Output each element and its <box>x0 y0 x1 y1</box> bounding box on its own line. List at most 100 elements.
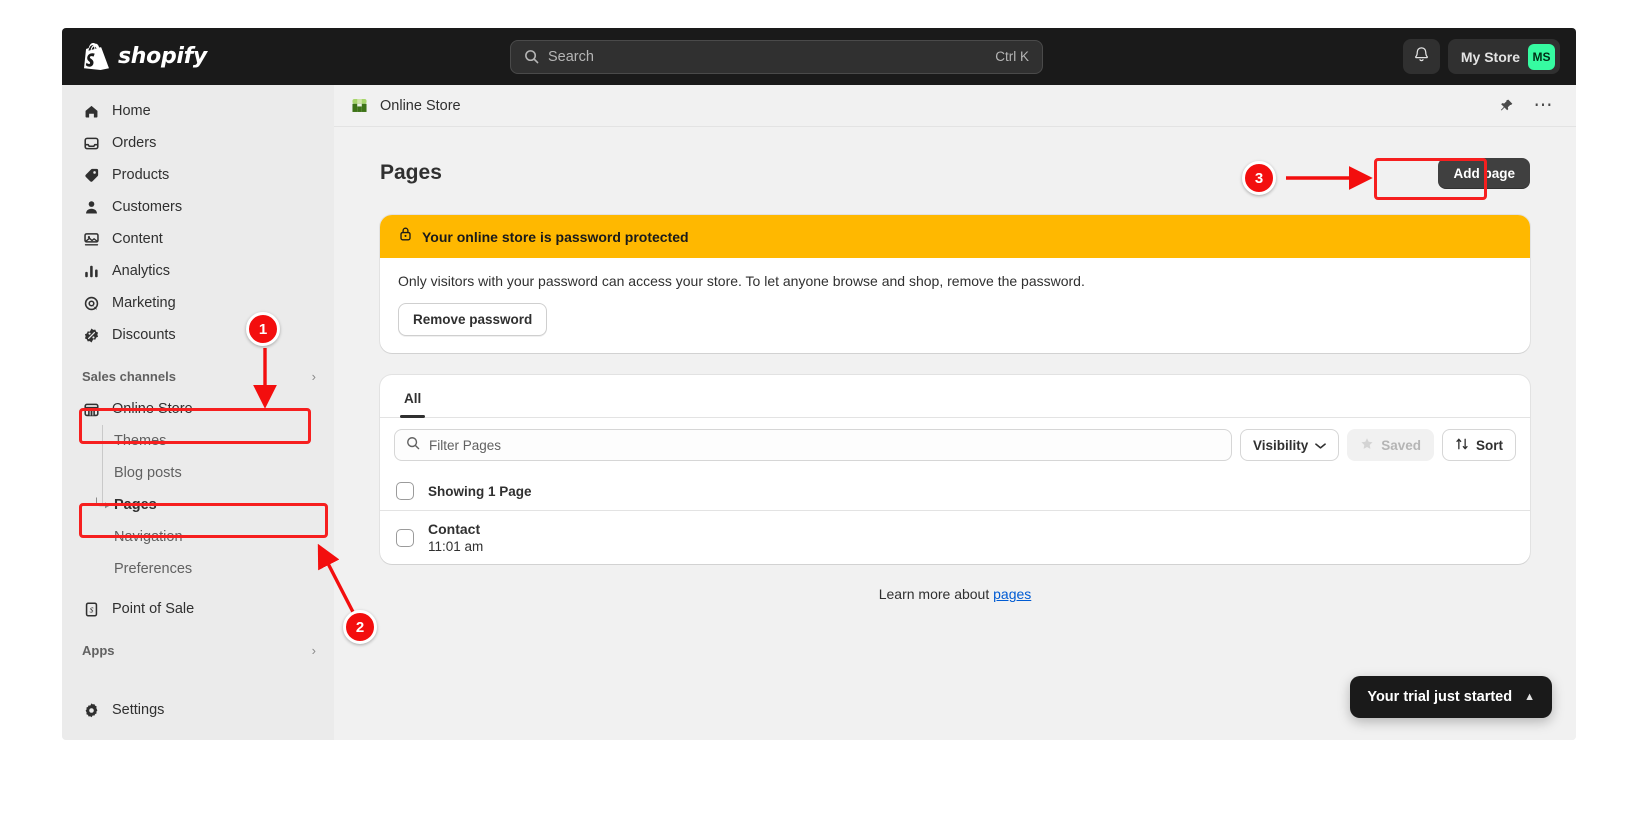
sidebar-label: Home <box>112 103 151 119</box>
sort-button[interactable]: Sort <box>1442 429 1516 461</box>
sidebar-label: Discounts <box>112 327 176 343</box>
tree-rail <box>102 457 103 489</box>
banner-body: Only visitors with your password can acc… <box>380 258 1530 353</box>
section-label: Apps <box>82 642 115 658</box>
tab-all[interactable]: All <box>392 381 433 418</box>
settings-row: Settings <box>62 694 334 726</box>
sidebar-section-sales-channels[interactable]: Sales channels › <box>70 361 326 391</box>
sidebar-item-marketing[interactable]: Marketing <box>70 287 326 319</box>
marketing-target-icon <box>82 295 100 312</box>
top-bar: shopify Search Ctrl K My Store MS <box>62 28 1576 85</box>
annotation-marker-2: 2 <box>343 610 377 644</box>
notifications-button[interactable] <box>1402 39 1440 74</box>
search-placeholder-text: Search <box>548 48 594 65</box>
sidebar-label: Customers <box>112 199 183 215</box>
sidebar-item-preferences[interactable]: Preferences <box>70 553 326 585</box>
learn-more-text: Learn more about <box>878 586 994 602</box>
pos-device-icon: $ <box>82 601 100 618</box>
sidebar-label: Analytics <box>112 263 171 279</box>
sidebar-item-products[interactable]: Products <box>70 159 326 191</box>
row-checkbox[interactable] <box>396 528 414 547</box>
sidebar-item-settings[interactable]: Settings <box>70 694 326 726</box>
chevron-up-icon: ▲ <box>1524 691 1535 703</box>
search-icon <box>524 49 539 64</box>
select-all-checkbox[interactable] <box>396 482 414 500</box>
sidebar-item-pages[interactable]: Pages <box>70 489 326 521</box>
shopify-admin-window: shopify Search Ctrl K My Store MS Home O… <box>62 28 1576 740</box>
online-store-shop-icon <box>350 96 369 115</box>
remove-password-button[interactable]: Remove password <box>398 303 548 336</box>
trial-toast[interactable]: Your trial just started ▲ <box>1350 676 1552 718</box>
sidebar: Home Orders Products Customers Content A… <box>62 85 334 740</box>
orders-inbox-icon <box>82 135 100 152</box>
trial-toast-label: Your trial just started <box>1367 689 1513 705</box>
filter-pages-input[interactable]: Filter Pages <box>394 429 1232 461</box>
sidebar-item-themes[interactable]: Themes <box>70 425 326 457</box>
add-page-button[interactable]: Add page <box>1438 157 1530 189</box>
banner-title: Your online store is password protected <box>422 228 689 245</box>
storefront-icon <box>82 401 100 418</box>
sidebar-section-apps[interactable]: Apps › <box>70 635 326 665</box>
search-icon <box>406 436 420 455</box>
sidebar-label: Marketing <box>112 295 176 311</box>
channel-title: Online Store <box>380 97 461 114</box>
page-content: Pages Add page Your online store is pass… <box>334 127 1576 602</box>
chevron-right-icon: › <box>311 368 316 384</box>
showing-count-label: Showing 1 Page <box>428 483 532 499</box>
sort-arrows-icon <box>1455 437 1469 454</box>
annotation-marker-3: 3 <box>1242 161 1276 195</box>
sidebar-label: Content <box>112 231 163 247</box>
search-shortcut-hint: Ctrl K <box>995 49 1029 64</box>
store-name-label: My Store <box>1460 48 1520 65</box>
table-row[interactable]: Contact 11:01 am <box>380 510 1530 564</box>
sidebar-item-orders[interactable]: Orders <box>70 127 326 159</box>
page-title: Pages <box>380 161 442 184</box>
shopify-logo[interactable]: shopify <box>62 43 334 70</box>
pin-icon[interactable] <box>1495 94 1518 117</box>
page-title-row: Pages Add page <box>380 153 1530 193</box>
page-title-cell: Contact <box>428 521 481 537</box>
customer-person-icon <box>82 199 100 216</box>
app-body: Home Orders Products Customers Content A… <box>62 85 1576 740</box>
row-content: Contact 11:01 am <box>428 521 483 554</box>
sidebar-label: Pages <box>114 497 157 513</box>
star-icon <box>1360 437 1374 454</box>
sidebar-item-customers[interactable]: Customers <box>70 191 326 223</box>
section-label: Sales channels <box>82 368 176 384</box>
password-protected-banner: Your online store is password protected … <box>380 215 1530 353</box>
filter-toolbar: Filter Pages Visibility Saved Sort <box>380 418 1530 472</box>
saved-filter-button: Saved <box>1347 429 1434 461</box>
sidebar-item-navigation[interactable]: Navigation <box>70 521 326 553</box>
select-all-row: Showing 1 Page <box>380 472 1530 510</box>
tree-branch-arrow-icon <box>96 497 110 509</box>
more-horizontal-icon[interactable]: ⋯ <box>1530 96 1559 115</box>
product-tag-icon <box>82 167 100 184</box>
sidebar-item-discounts[interactable]: Discounts <box>70 319 326 351</box>
lock-icon <box>398 226 413 247</box>
sidebar-label: Online Store <box>112 401 193 417</box>
sort-label: Sort <box>1476 437 1503 453</box>
banner-description: Only visitors with your password can acc… <box>398 273 1085 289</box>
main-content: Online Store ⋯ Pages Add page Your onlin… <box>334 85 1576 740</box>
sidebar-item-blog-posts[interactable]: Blog posts <box>70 457 326 489</box>
chevron-down-icon <box>1315 438 1327 453</box>
tab-bar: All <box>380 375 1530 418</box>
sidebar-item-home[interactable]: Home <box>70 95 326 127</box>
sidebar-item-analytics[interactable]: Analytics <box>70 255 326 287</box>
store-account-button[interactable]: My Store MS <box>1447 39 1560 74</box>
discount-percent-icon <box>82 327 100 344</box>
sidebar-item-online-store[interactable]: Online Store <box>70 393 326 425</box>
visibility-filter-button[interactable]: Visibility <box>1239 429 1340 461</box>
annotation-marker-1: 1 <box>246 312 280 346</box>
visibility-label: Visibility <box>1252 437 1309 453</box>
learn-more-footer: Learn more about pages <box>380 586 1530 602</box>
global-search-input[interactable]: Search Ctrl K <box>510 39 1043 74</box>
pages-help-link[interactable]: pages <box>993 586 1031 602</box>
sidebar-label: Blog posts <box>114 465 182 481</box>
content-media-icon <box>82 231 100 248</box>
sidebar-label: Products <box>112 167 170 183</box>
sidebar-label: Preferences <box>114 561 193 577</box>
sidebar-item-content[interactable]: Content <box>70 223 326 255</box>
sidebar-item-point-of-sale[interactable]: $ Point of Sale <box>70 593 326 625</box>
banner-header: Your online store is password protected <box>380 215 1530 258</box>
